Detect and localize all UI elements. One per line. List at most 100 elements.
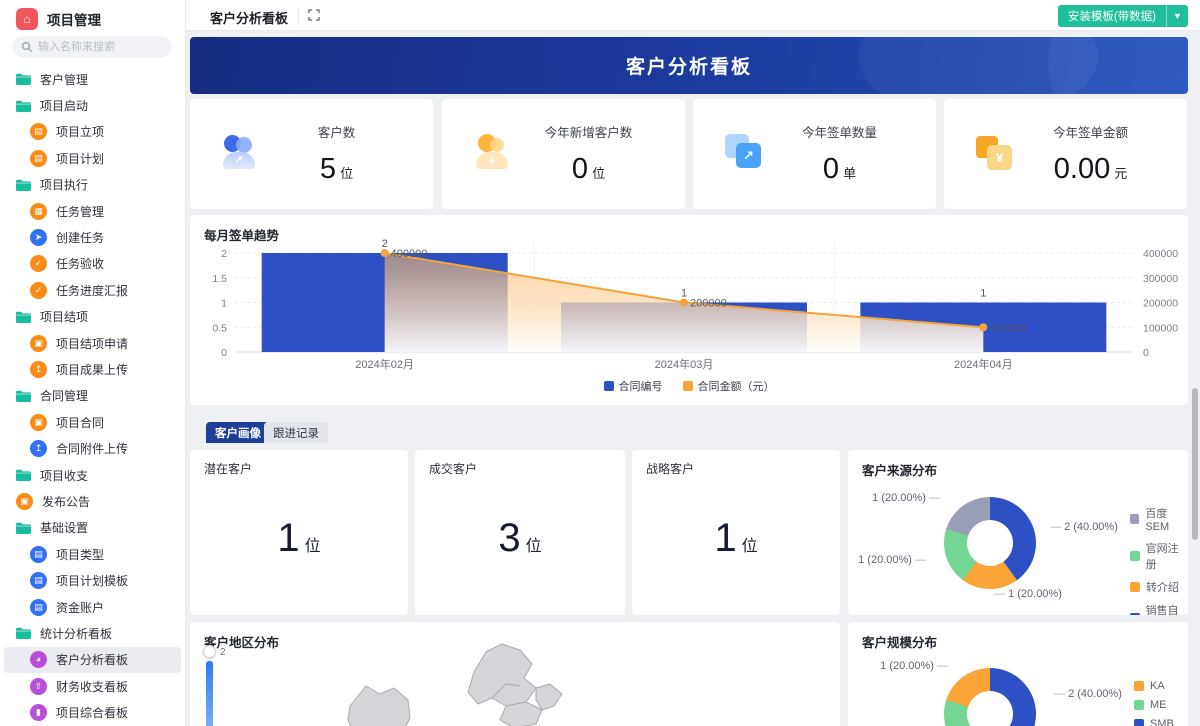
stat-card-closed: 成交客户 3位 — [415, 450, 625, 615]
legend-label: SMB — [1150, 718, 1174, 726]
search-input[interactable] — [12, 36, 172, 58]
svg-text:100000: 100000 — [1143, 322, 1178, 334]
sidebar-item-2[interactable]: ▤项目立项 — [0, 119, 185, 145]
send-icon: ➤ — [30, 229, 47, 246]
customers-icon: ↗ — [222, 134, 266, 174]
legend-swatch — [1130, 551, 1140, 561]
visualmap-max-label: 2 — [220, 647, 226, 658]
trend-chart: 00.511.520100000200000300000400000400000… — [190, 215, 1188, 373]
sidebar-item-24[interactable]: ▮ 项目综合看板 — [0, 699, 185, 725]
sidebar-item-19[interactable]: ▤项目计划模板 — [0, 567, 185, 593]
tab-customer-portrait[interactable]: 客户画像 — [206, 422, 270, 443]
sidebar-item-23[interactable]: ⇧财务收支看板 — [0, 673, 185, 699]
bars-icon: ▮ — [30, 704, 47, 721]
sidebar-item-17[interactable]: 基础设置 — [0, 515, 185, 541]
app-title: 项目管理 — [47, 9, 101, 29]
sidebar-item-20[interactable]: ▤资金账户 — [0, 594, 185, 620]
sidebar-item-label: 项目立项 — [56, 123, 104, 140]
sidebar-item-22[interactable]: ◕客户分析看板 — [4, 647, 181, 673]
customer-scale-title: 客户规模分布 — [862, 632, 937, 651]
visualmap-slider-handle[interactable] — [203, 645, 216, 658]
kpi-value: 0.00元 — [1054, 153, 1127, 186]
customer-scale-card: 客户规模分布 1 (20.00%) 2 (40.00%) KAMESMB — [848, 622, 1188, 726]
kpi-title: 今年新增客户数 — [545, 122, 633, 141]
donut-hole — [967, 691, 1013, 726]
legend-label: ME — [1150, 699, 1167, 711]
svg-text:200000: 200000 — [690, 298, 727, 310]
svg-text:2: 2 — [221, 248, 227, 260]
kpi-value: 0位 — [572, 153, 605, 186]
sidebar-item-7[interactable]: ✓任务验收 — [0, 251, 185, 277]
slice-label: 1 (20.00%) — [848, 554, 926, 566]
legend-item[interactable]: 转介绍 — [1130, 579, 1188, 595]
sidebar-item-label: 项目收支 — [40, 467, 88, 484]
folder-icon — [16, 469, 31, 481]
sidebar-item-label: 合同管理 — [40, 387, 88, 404]
sidebar-item-3[interactable]: ▤ 项目计划 — [0, 145, 185, 171]
customer-scale-legend: KA ME SMB — [1134, 680, 1174, 726]
sidebar-item-label: 项目结项 — [40, 308, 88, 325]
sidebar-item-label: 客户管理 — [40, 71, 88, 88]
sidebar-item-label: 资金账户 — [56, 599, 104, 616]
sidebar-item-label: 合同附件上传 — [56, 440, 128, 457]
stat-value: 1位 — [277, 516, 320, 561]
customer-source-legend: 百度SEM 官网注册转介绍销售自拓 — [1130, 505, 1188, 615]
legend-item[interactable]: SMB — [1134, 718, 1174, 726]
vertical-scrollbar-thumb[interactable] — [1192, 388, 1198, 540]
doc-icon: ▤ — [30, 150, 47, 167]
sidebar-item-15[interactable]: 项目收支 — [0, 462, 185, 488]
slice-label: 2 (40.00%) — [1054, 688, 1122, 700]
sidebar-item-16[interactable]: ▣发布公告 — [0, 488, 185, 514]
legend-item[interactable]: KA — [1134, 680, 1174, 692]
sidebar-item-8[interactable]: ✓任务进度汇报 — [0, 277, 185, 303]
legend-label: 官网注册 — [1146, 540, 1188, 572]
sidebar-item-12[interactable]: 合同管理 — [0, 383, 185, 409]
legend-swatch — [604, 381, 614, 391]
kpi-title: 今年签单金额 — [1053, 122, 1128, 141]
slice-label: 1 (20.00%) — [850, 492, 940, 504]
sidebar-item-9[interactable]: 项目结项 — [0, 304, 185, 330]
install-dropdown-button[interactable]: ▼ — [1166, 5, 1188, 27]
sidebar-item-11[interactable]: ↥项目成果上传 — [0, 356, 185, 382]
legend-item[interactable]: 合同编号 — [604, 378, 663, 394]
sidebar-item-1[interactable]: 项目启动 — [0, 92, 185, 118]
sidebar-item-label: 项目综合看板 — [56, 704, 128, 721]
topbar: 客户分析看板 安装模板(带数据) ▼ — [186, 0, 1200, 31]
legend-label: 合同编号 — [619, 378, 663, 394]
sidebar-item-14[interactable]: ↥合同附件上传 — [0, 435, 185, 461]
sidebar-item-13[interactable]: ▣项目合同 — [0, 409, 185, 435]
sidebar-item-label: 项目计划 — [56, 150, 104, 167]
folder-icon — [16, 522, 31, 534]
folder-icon — [16, 390, 31, 402]
svg-text:200000: 200000 — [1143, 298, 1178, 310]
sidebar-item-label: 任务进度汇报 — [56, 282, 128, 299]
kpi-title: 客户数 — [318, 122, 356, 141]
install-template-button[interactable]: 安装模板(带数据) — [1058, 5, 1166, 27]
sidebar-item-0[interactable]: 客户管理 — [0, 66, 185, 92]
sidebar-search — [12, 36, 172, 58]
sidebar-item-5[interactable]: ▦任务管理 — [0, 198, 185, 224]
stamp-icon: ▣ — [16, 493, 33, 510]
sidebar: ⌂ 项目管理 客户管理项目启动▤项目立项▤项目计划项目执行▦任务管理➤创建任务✓… — [0, 0, 186, 726]
trend-chart-card: 每月签单趋势 00.511.52010000020000030000040000… — [190, 215, 1188, 405]
visualmap-gradient-bar[interactable] — [206, 661, 213, 726]
legend-item[interactable]: 百度SEM — [1130, 505, 1188, 533]
kpi-value: 5位 — [320, 153, 353, 186]
tab-follow-up-records[interactable]: 跟进记录 — [264, 422, 328, 443]
fullscreen-icon[interactable] — [308, 9, 320, 21]
install-template-group: 安装模板(带数据) ▼ — [1058, 5, 1188, 27]
sidebar-item-21[interactable]: 统计分析看板 — [0, 620, 185, 646]
legend-item[interactable]: 官网注册 — [1130, 540, 1188, 572]
sidebar-item-label: 项目计划模板 — [56, 572, 128, 589]
legend-item[interactable]: 合同金额（元） — [683, 378, 775, 394]
sidebar-item-10[interactable]: ▣项目结项申请 — [0, 330, 185, 356]
legend-swatch — [1130, 613, 1140, 615]
sidebar-item-6[interactable]: ➤创建任务 — [0, 224, 185, 250]
sidebar-item-label: 项目类型 — [56, 546, 104, 563]
legend-item[interactable]: ME — [1134, 699, 1174, 711]
sidebar-item-4[interactable]: 项目执行 — [0, 172, 185, 198]
legend-item[interactable]: 销售自拓 — [1130, 602, 1188, 615]
dashboard-banner-title: 客户分析看板 — [626, 52, 752, 79]
sidebar-item-18[interactable]: ▤项目类型 — [0, 541, 185, 567]
stat-card-strategic: 战略客户 1位 — [632, 450, 840, 615]
